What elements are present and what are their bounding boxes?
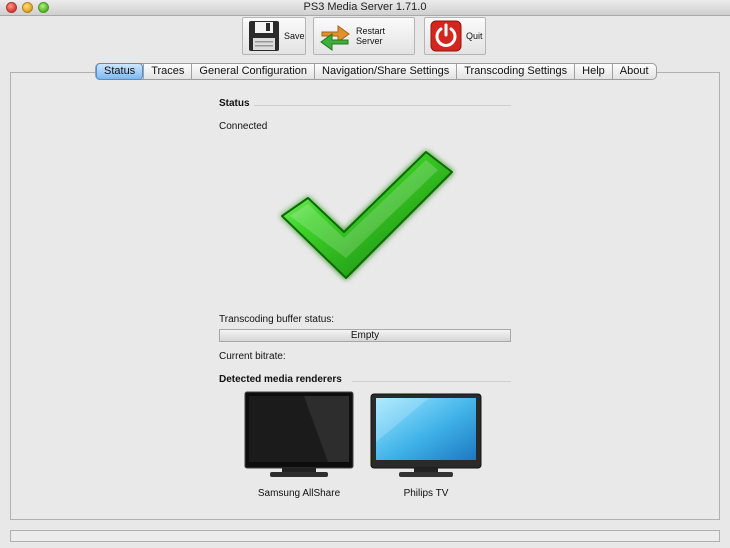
current-bitrate-label: Current bitrate:	[219, 351, 286, 362]
renderer-name-philips: Philips TV	[403, 488, 449, 499]
tab-status[interactable]: Status	[96, 63, 144, 80]
status-bar	[10, 530, 720, 542]
floppy-disk-icon	[248, 20, 280, 52]
buffer-progress-bar: Empty	[219, 329, 511, 342]
tab-transcoding-settings[interactable]: Transcoding Settings	[456, 64, 574, 79]
tab-help[interactable]: Help	[574, 64, 612, 79]
tab-navigation-share-settings[interactable]: Navigation/Share Settings	[314, 64, 456, 79]
renderer-name-samsung: Samsung AllShare	[257, 488, 341, 499]
buffer-status-value: Empty	[350, 330, 380, 341]
quit-button[interactable]: Quit	[424, 17, 486, 55]
checkmark-icon	[276, 146, 458, 286]
close-window-icon[interactable]	[6, 2, 17, 13]
status-section-title: Status	[219, 98, 250, 109]
tv-blue-icon[interactable]	[369, 392, 483, 478]
restart-arrows-icon	[318, 20, 352, 52]
restart-server-button[interactable]: Restart Server	[313, 17, 415, 55]
renderers-section-separator	[352, 381, 511, 382]
buffer-status-label: Transcoding buffer status:	[219, 314, 335, 325]
restart-server-button-label: Restart Server	[356, 26, 386, 46]
connection-status-text: Connected	[219, 121, 268, 132]
status-section-separator	[254, 105, 511, 106]
quit-button-label: Quit	[466, 31, 483, 41]
tab-traces[interactable]: Traces	[143, 64, 191, 79]
tv-dark-icon[interactable]	[242, 390, 356, 480]
power-icon	[430, 20, 462, 52]
save-button[interactable]: Save	[242, 17, 306, 55]
title-bar: PS3 Media Server 1.71.0	[0, 0, 730, 16]
tab-bar: Status Traces General Configuration Navi…	[95, 63, 657, 80]
window-title: PS3 Media Server 1.71.0	[303, 1, 427, 13]
save-button-label: Save	[284, 31, 305, 41]
tab-about[interactable]: About	[611, 64, 656, 79]
minimize-window-icon[interactable]	[22, 2, 33, 13]
main-panel	[10, 72, 720, 520]
tab-general-configuration[interactable]: General Configuration	[191, 64, 314, 79]
maximize-window-icon[interactable]	[38, 2, 49, 13]
renderers-section-title: Detected media renderers	[219, 374, 342, 385]
